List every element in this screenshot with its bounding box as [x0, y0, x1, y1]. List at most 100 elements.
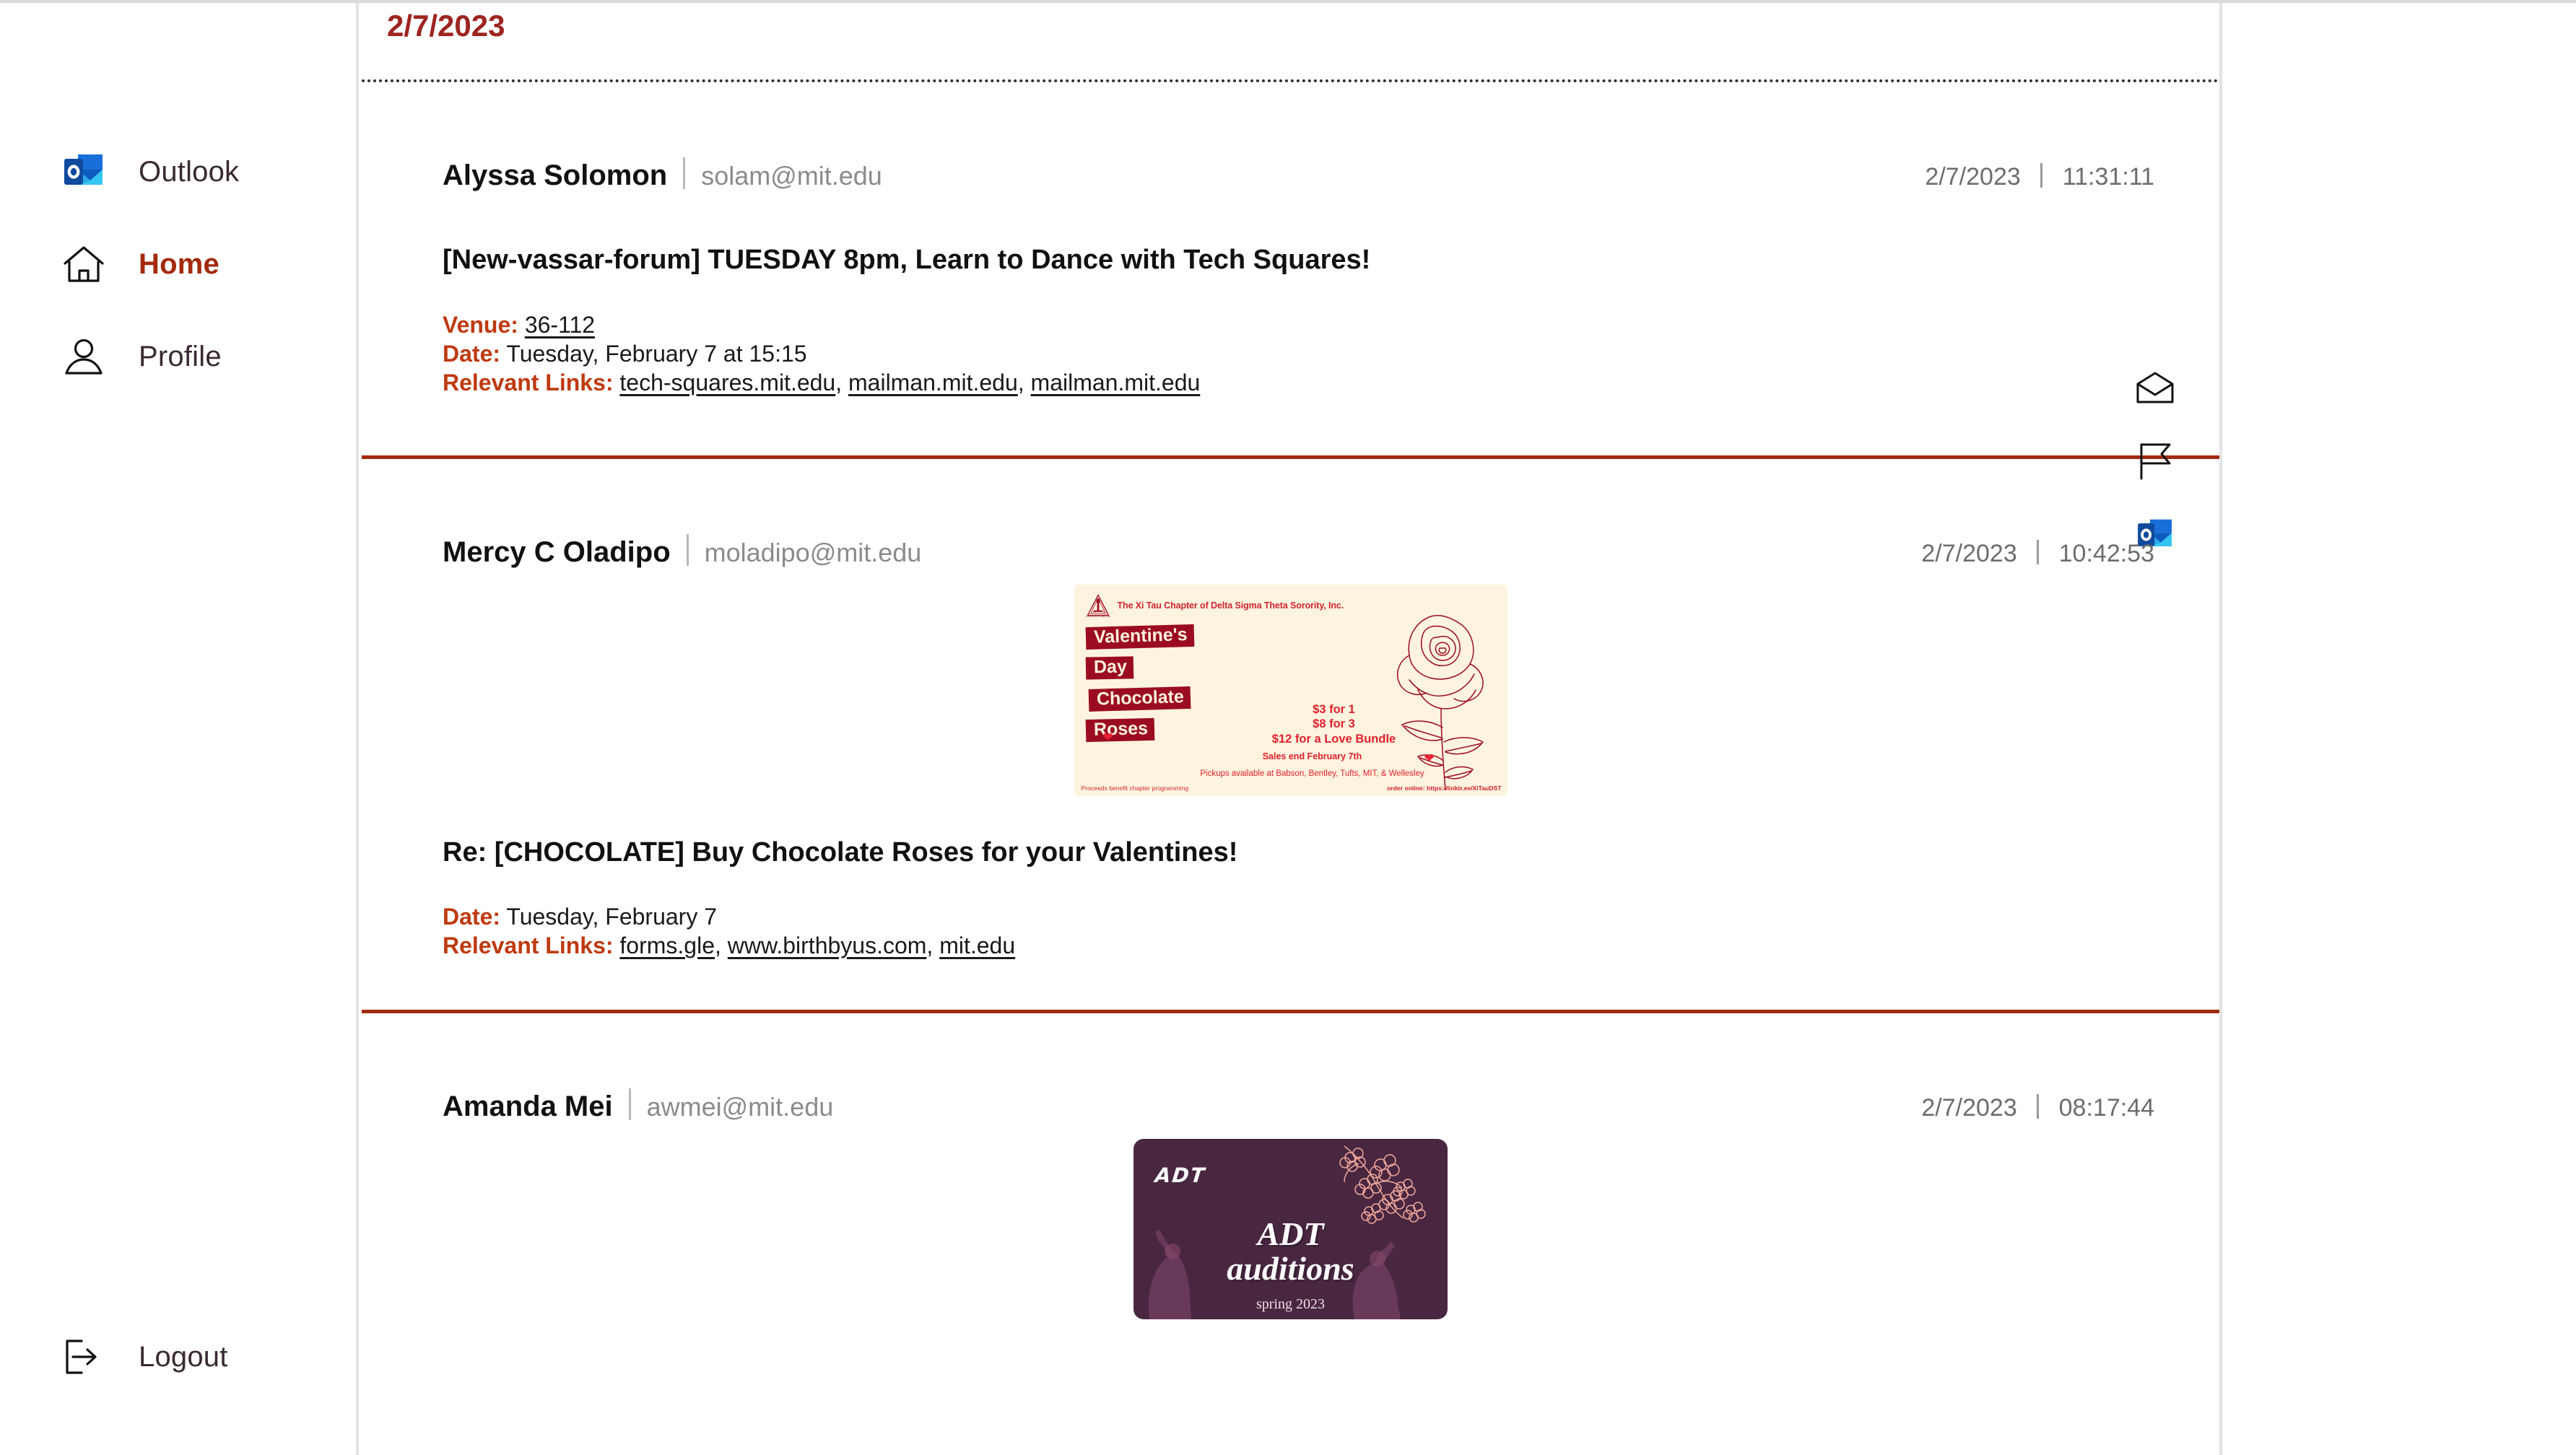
email-timestamp: 2/7/2023 11:31:11: [1925, 160, 2154, 191]
meta-key-venue: Venue:: [443, 311, 518, 338]
relevant-link-3[interactable]: mailman.mit.edu: [1031, 370, 1201, 396]
link-sep: ,: [715, 932, 728, 959]
logout-button[interactable]: Logout: [0, 1335, 356, 1378]
attachment-area: ADT ADT auditions spring 2023: [443, 1138, 2219, 1319]
flyer-tag-2: Day: [1085, 655, 1133, 680]
meta-key-links: Relevant Links:: [443, 370, 614, 396]
logout-icon: [62, 1335, 105, 1378]
meta-key-links: Relevant Links:: [443, 932, 614, 959]
price-line-2: $8 for 3: [1313, 717, 1355, 731]
email-body: 19 13 FOUNDED ON MIT CAMPUS 1913 The Xi …: [362, 584, 2219, 1010]
meta-key-date: Date:: [443, 904, 501, 930]
price-line-3: $12 for a Love Bundle: [1271, 733, 1396, 746]
link-sep: ,: [1017, 370, 1031, 396]
flyer-org-name: The Xi Tau Chapter of Delta Sigma Theta …: [1117, 600, 1344, 611]
email-time: 08:17:44: [2058, 1093, 2154, 1122]
email-item[interactable]: Alyssa Solomon solam@mit.edu 2/7/2023 11…: [362, 82, 2219, 546]
flyer-pricing: $3 for 1 $8 for 3 $12 for a Love Bundle: [1240, 702, 1428, 747]
sidebar-nav: Outlook Home Profile: [0, 126, 356, 403]
email-list-pane: 2/7/2023 Alyssa Solomon solam@mit.edu 2/…: [362, 3, 2222, 1455]
link-sep: ,: [926, 932, 940, 959]
sidebar-item-label-home: Home: [139, 248, 219, 280]
flyer-tag-1: Valentine's: [1085, 624, 1194, 650]
email-body: [New-vassar-forum] TUESDAY 8pm, Learn to…: [362, 244, 2219, 546]
sender-name: Mercy C Oladipo: [443, 536, 671, 568]
email-subject: Re: [CHOCOLATE] Buy Chocolate Roses for …: [443, 836, 1238, 868]
meta-line-date: Date: Tuesday, February 7 at 15:15: [443, 339, 2219, 368]
email-time: 10:42:53: [2058, 539, 2154, 567]
meta-line-date: Date: Tuesday, February 7: [443, 902, 2219, 931]
valentines-flyer-attachment[interactable]: 19 13 FOUNDED ON MIT CAMPUS 1913 The Xi …: [1074, 584, 1507, 796]
meta-key-date: Date:: [443, 340, 501, 367]
meta-line-links: Relevant Links: forms.gle, www.birthbyus…: [443, 931, 2219, 960]
adt-flyer-title: ADT auditions: [1133, 1215, 1448, 1288]
meta-line-venue: Venue: 36-112: [443, 310, 2219, 339]
sender-divider: [683, 157, 686, 189]
sender-name: Amanda Mei: [443, 1090, 613, 1122]
email-subject: [New-vassar-forum] TUESDAY 8pm, Learn to…: [443, 245, 1371, 275]
logout-label: Logout: [139, 1340, 228, 1373]
email-timestamp: 2/7/2023 10:42:53: [1921, 537, 2154, 568]
heart-icon: ❤: [1424, 751, 1435, 765]
email-time: 11:31:11: [2062, 163, 2154, 191]
adt-title-line-1: ADT: [1257, 1215, 1324, 1252]
relevant-link-3[interactable]: mit.edu: [939, 932, 1015, 958]
svg-text:FOUNDED ON MIT CAMPUS 1913: FOUNDED ON MIT CAMPUS 1913: [1086, 615, 1110, 617]
adt-logo-mark: ADT: [1154, 1163, 1207, 1187]
email-date: 2/7/2023: [1925, 163, 2021, 191]
attachment-area: 19 13 FOUNDED ON MIT CAMPUS 1913 The Xi …: [443, 584, 2219, 796]
link-sep: ,: [835, 370, 848, 396]
email-date: 2/7/2023: [1921, 1093, 2017, 1122]
timestamp-divider: [2037, 1093, 2040, 1119]
heart-icon: ❤: [1102, 730, 1113, 744]
sender-name: Alyssa Solomon: [443, 160, 668, 191]
sidebar-item-home[interactable]: Home: [0, 218, 356, 310]
body-bottom-spacer: [443, 398, 2219, 455]
email-meta: Venue: 36-112 Date: Tuesday, February 7 …: [443, 310, 2219, 398]
flyer-sales-end: Sales end February 7th: [1262, 751, 1362, 761]
email-item[interactable]: Amanda Mei awmei@mit.edu 2/7/2023 08:17:…: [362, 1013, 2219, 1319]
svg-text:13: 13: [1101, 610, 1104, 613]
relevant-link-2[interactable]: www.birthbyus.com: [728, 932, 927, 958]
sender-divider: [686, 533, 689, 566]
adt-title-line-2: auditions: [1227, 1250, 1354, 1288]
dst-crest-icon: 19 13 FOUNDED ON MIT CAMPUS 1913: [1086, 593, 1110, 617]
email-timestamp: 2/7/2023 08:17:44: [1921, 1091, 2154, 1122]
relevant-link-1[interactable]: forms.gle: [619, 932, 715, 958]
relevant-link-2[interactable]: mailman.mit.edu: [848, 370, 1018, 396]
sender-email: solam@mit.edu: [701, 161, 882, 191]
timestamp-divider: [2037, 539, 2040, 564]
email-item[interactable]: Mercy C Oladipo moladipo@mit.edu 2/7/202…: [362, 459, 2219, 1013]
price-line-1: $3 for 1: [1313, 702, 1355, 716]
flyer-footer-right: order online: https://linktr.ee/XiTauDST: [1387, 784, 1502, 792]
adt-flyer-subtitle: spring 2023: [1256, 1295, 1325, 1312]
email-header: Amanda Mei awmei@mit.edu 2/7/2023 08:17:…: [362, 1013, 2219, 1123]
email-header: Mercy C Oladipo moladipo@mit.edu 2/7/202…: [362, 459, 2219, 569]
date-group-header: 2/7/2023: [387, 9, 505, 43]
logout-section: Logout: [0, 1335, 356, 1378]
adt-flyer-attachment[interactable]: ADT ADT auditions spring 2023: [1133, 1138, 1448, 1319]
meta-line-links: Relevant Links: tech-squares.mit.edu, ma…: [443, 368, 2219, 397]
email-date: 2/7/2023: [1921, 539, 2017, 567]
sidebar-item-outlook[interactable]: Outlook: [0, 126, 356, 218]
sender-divider: [628, 1088, 631, 1120]
meta-value-date: Tuesday, February 7 at 15:15: [506, 340, 807, 367]
flyer-pickups: Pickups available at Babson, Bentley, Tu…: [1200, 769, 1424, 778]
email-meta: Date: Tuesday, February 7 Relevant Links…: [443, 902, 2219, 961]
flyer-tag-4: Roses: [1085, 717, 1154, 742]
sidebar-item-label-profile: Profile: [139, 340, 222, 372]
timestamp-divider: [2040, 163, 2043, 188]
flyer-tag-3: Chocolate: [1088, 686, 1191, 712]
person-icon: [62, 335, 105, 378]
outlook-icon: [62, 150, 105, 193]
meta-value-date: Tuesday, February 7: [506, 904, 718, 930]
svg-text:19: 19: [1092, 610, 1095, 613]
sender-email: awmei@mit.edu: [646, 1091, 834, 1122]
home-icon: [62, 242, 105, 286]
flyer-footer-left: Proceeds benefit chapter programming: [1081, 784, 1189, 792]
relevant-link-1[interactable]: tech-squares.mit.edu: [619, 370, 835, 396]
body-bottom-spacer: [443, 961, 2219, 1010]
venue-link[interactable]: 36-112: [525, 312, 595, 338]
mark-read-icon[interactable]: [2134, 367, 2176, 408]
sidebar-item-profile[interactable]: Profile: [0, 310, 356, 403]
